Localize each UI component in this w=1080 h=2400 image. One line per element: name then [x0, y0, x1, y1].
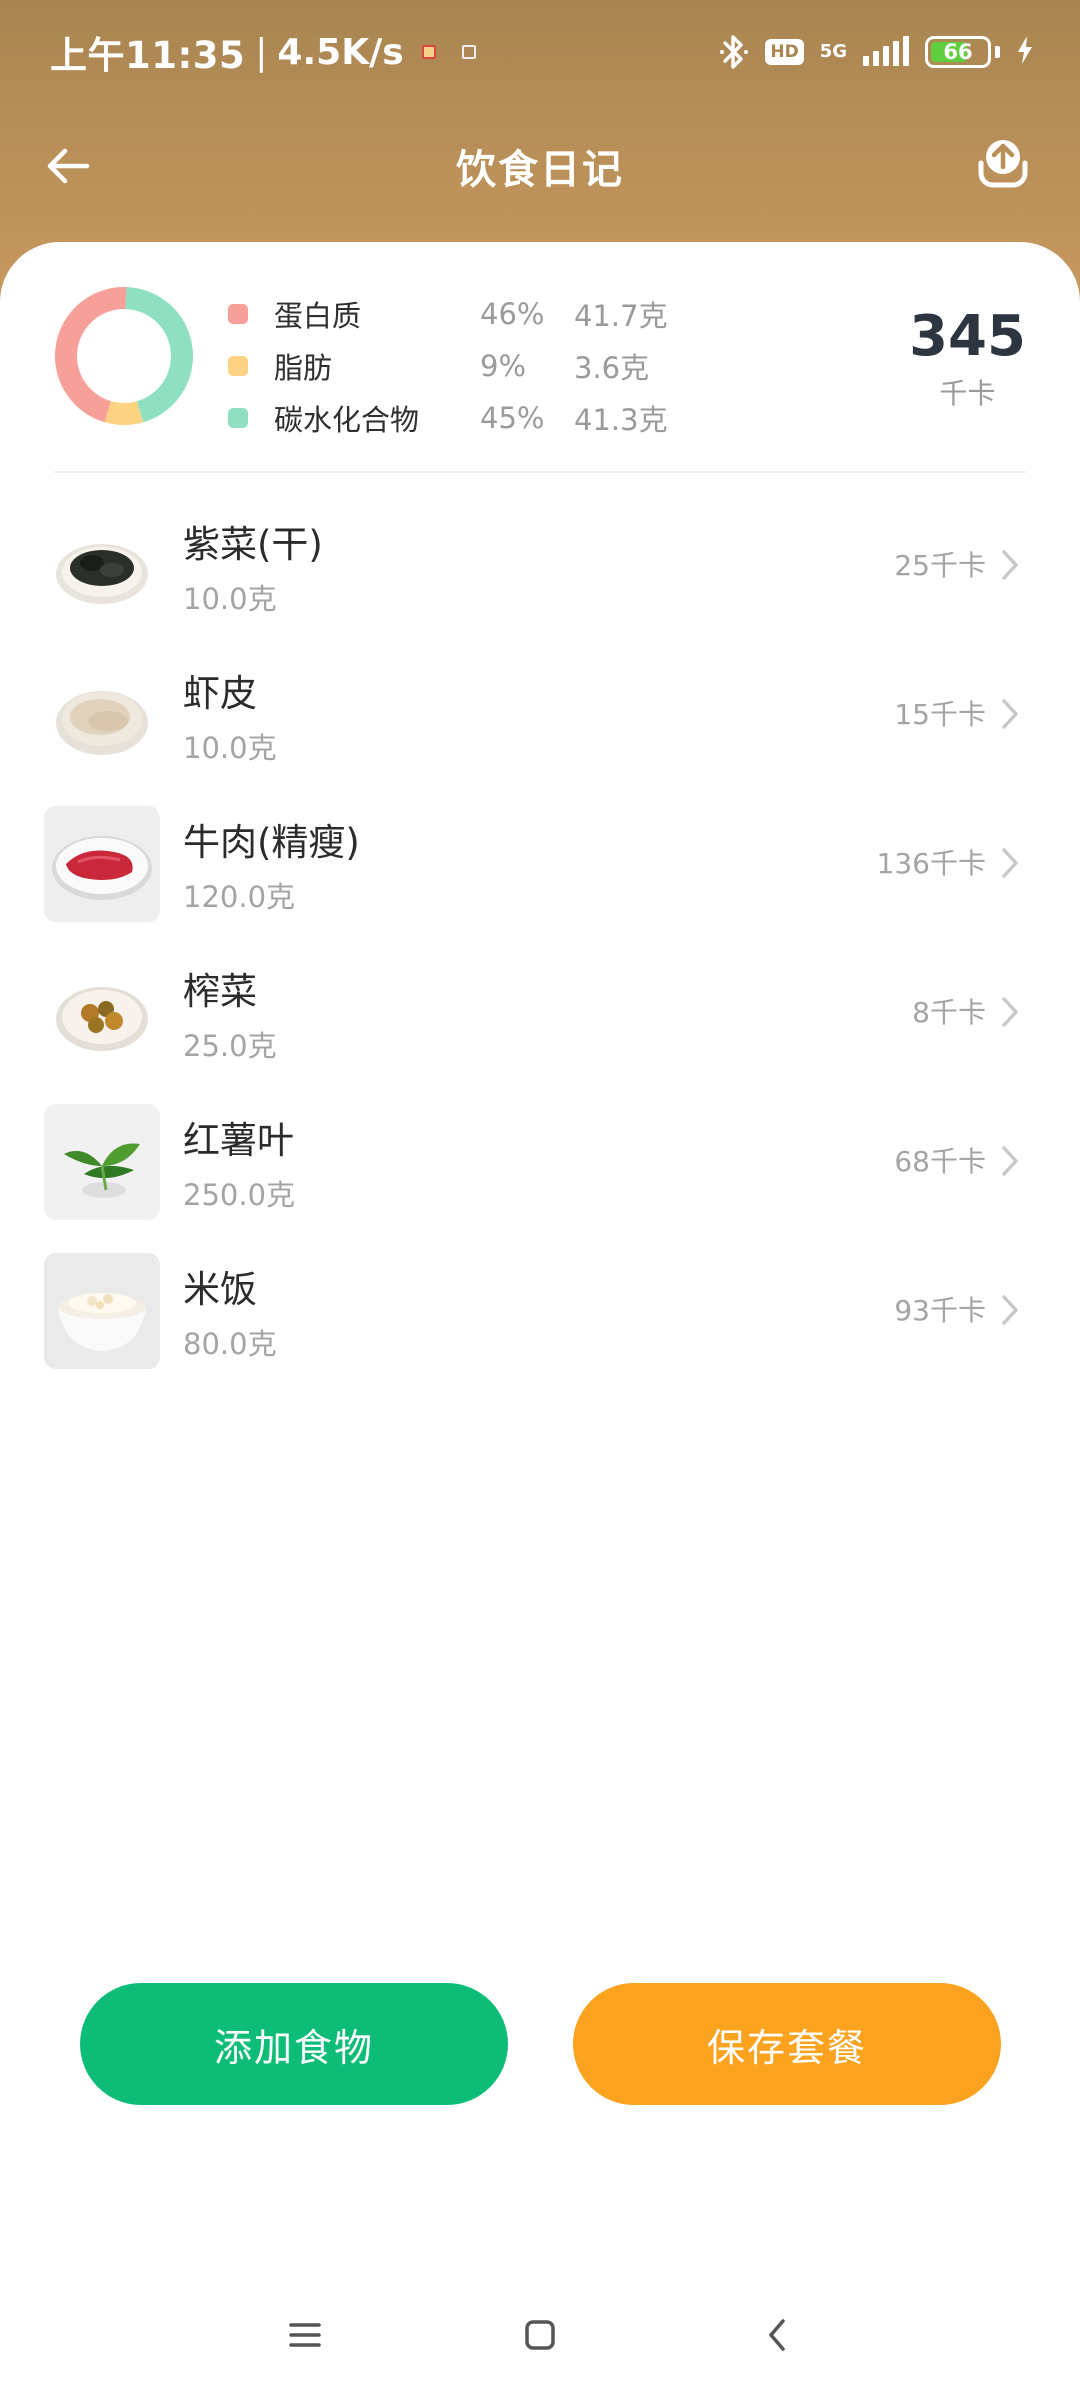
nav-bar: 饮食日记	[0, 112, 1080, 220]
battery-tip	[995, 46, 1000, 58]
food-item[interactable]: 榨菜 25.0克 8千卡	[0, 939, 1080, 1088]
nutrition-summary: 蛋白质 46% 41.7克 脂肪 9% 3.6克 碳水化合物 45% 41.3克…	[54, 286, 1026, 456]
network-type: 5G	[819, 41, 847, 62]
food-amount: 25.0克	[183, 1029, 277, 1063]
food-calories: 8千卡	[912, 996, 986, 1029]
fat-dot	[228, 356, 248, 376]
hd-badge: HD	[765, 39, 804, 65]
legend-percent: 46%	[480, 297, 545, 331]
legend-row-protein: 蛋白质 46% 41.7克	[228, 288, 668, 340]
food-calories: 93千卡	[894, 1294, 986, 1327]
macro-donut-chart	[55, 287, 193, 425]
notification-app-icon	[421, 45, 436, 59]
back-button[interactable]	[38, 136, 98, 196]
food-name: 米饭	[183, 1268, 257, 1311]
food-name: 牛肉(精瘦)	[183, 821, 360, 864]
legend-name: 碳水化合物	[274, 403, 420, 437]
legend-percent: 45%	[480, 401, 545, 435]
food-calories: 136千卡	[876, 847, 986, 880]
food-amount: 10.0克	[183, 582, 277, 616]
add-food-button[interactable]: 添加食物	[80, 1983, 508, 2105]
food-image	[44, 955, 160, 1071]
total-calories-value: 345	[909, 304, 1026, 369]
chevron-right-icon	[1002, 1295, 1018, 1325]
battery-level: 66	[943, 40, 973, 64]
chevron-right-icon	[1002, 997, 1018, 1027]
home-button[interactable]	[505, 2290, 575, 2380]
status-separator: |	[255, 31, 268, 73]
status-bar: 上午11:35 | 4.5K/s HD 5G 66	[0, 0, 1080, 104]
chevron-right-icon	[1002, 1146, 1018, 1176]
page-title: 饮食日记	[456, 147, 624, 193]
food-image	[44, 1104, 160, 1220]
macro-legend: 蛋白质 46% 41.7克 脂肪 9% 3.6克 碳水化合物 45% 41.3克	[228, 288, 668, 444]
charging-icon	[1016, 35, 1034, 69]
food-image	[44, 508, 160, 624]
food-name: 紫菜(干)	[183, 523, 323, 566]
legend-amount: 3.6克	[574, 351, 650, 385]
food-image	[44, 657, 160, 773]
bluetooth-icon	[719, 33, 749, 71]
signal-icon	[863, 36, 909, 66]
food-item[interactable]: 牛肉(精瘦) 120.0克 136千卡	[0, 790, 1080, 939]
chevron-right-icon	[1002, 699, 1018, 729]
food-amount: 120.0克	[183, 880, 296, 914]
legend-name: 蛋白质	[274, 299, 362, 333]
food-item[interactable]: 虾皮 10.0克 15千卡	[0, 641, 1080, 790]
notification-icons	[421, 45, 476, 59]
food-calories: 68千卡	[894, 1145, 986, 1178]
food-image	[44, 1253, 160, 1369]
food-amount: 10.0克	[183, 731, 277, 765]
network-speed: 4.5K/s	[277, 31, 404, 73]
status-time: 上午11:35	[50, 34, 246, 77]
food-list: 紫菜(干) 10.0克 25千卡 虾皮 10.0克 15千卡 牛肉(精瘦) 12…	[0, 492, 1080, 1386]
food-item[interactable]: 红薯叶 250.0克 68千卡	[0, 1088, 1080, 1237]
legend-row-carbs: 碳水化合物 45% 41.3克	[228, 392, 668, 444]
divider	[54, 471, 1026, 473]
arrow-left-icon	[47, 148, 90, 184]
system-back-button[interactable]	[742, 2290, 812, 2380]
save-meal-button[interactable]: 保存套餐	[573, 1983, 1001, 2105]
food-name: 榨菜	[183, 970, 257, 1013]
upload-icon	[978, 140, 1028, 188]
status-indicators: HD 5G 66	[719, 33, 1034, 71]
food-name: 虾皮	[183, 672, 257, 715]
share-button[interactable]	[970, 130, 1036, 196]
system-nav-bar	[0, 2290, 1080, 2380]
battery-icon: 66	[925, 36, 991, 68]
total-calories: 345 千卡	[909, 306, 1026, 412]
food-item[interactable]: 紫菜(干) 10.0克 25千卡	[0, 492, 1080, 641]
total-calories-unit: 千卡	[939, 377, 996, 410]
back-chevron-icon	[769, 2319, 785, 2351]
food-item[interactable]: 米饭 80.0克 93千卡	[0, 1237, 1080, 1386]
chevron-right-icon	[1002, 848, 1018, 878]
notification-image-icon	[461, 45, 476, 59]
food-image	[44, 806, 160, 922]
food-amount: 80.0克	[183, 1327, 277, 1361]
carbs-dot	[228, 408, 248, 428]
legend-percent: 9%	[480, 349, 527, 383]
menu-button[interactable]	[270, 2290, 340, 2380]
food-calories: 25千卡	[894, 549, 986, 582]
food-calories: 15千卡	[894, 698, 986, 731]
legend-amount: 41.3克	[574, 403, 668, 437]
food-name: 红薯叶	[183, 1119, 294, 1162]
menu-icon	[289, 2323, 321, 2347]
protein-dot	[228, 304, 248, 324]
chevron-right-icon	[1002, 550, 1018, 580]
home-square-icon	[525, 2320, 555, 2350]
food-amount: 250.0克	[183, 1178, 296, 1212]
legend-row-fat: 脂肪 9% 3.6克	[228, 340, 668, 392]
legend-name: 脂肪	[274, 351, 333, 385]
legend-amount: 41.7克	[574, 299, 668, 333]
